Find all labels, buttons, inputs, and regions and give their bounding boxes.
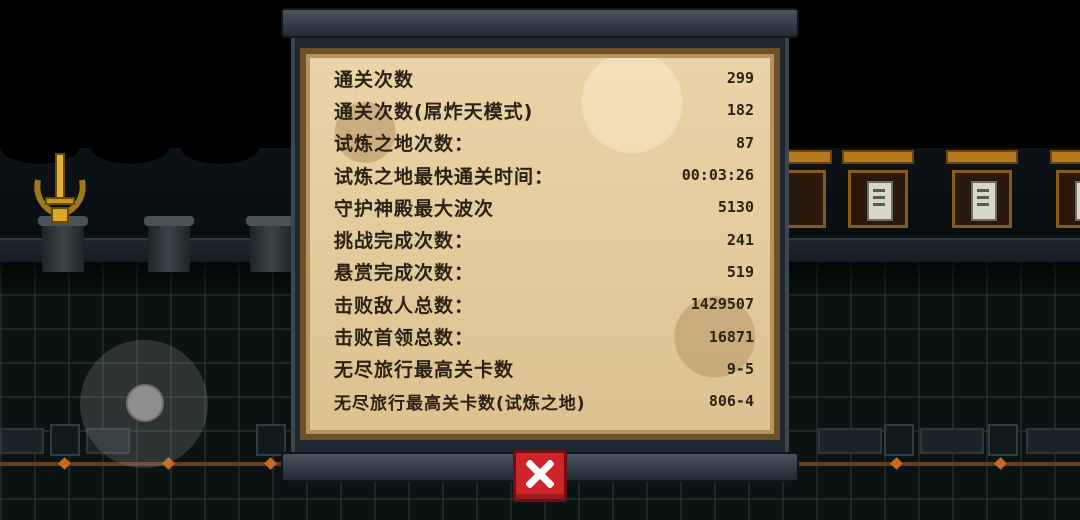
scroll-top-rod	[281, 8, 799, 38]
stat-row-bounties: 悬赏完成次数： 519	[334, 256, 754, 288]
stat-value: 1429507	[690, 295, 754, 314]
stone-pillar	[144, 216, 194, 272]
stat-label: 试炼之地次数：	[334, 133, 475, 156]
stat-label: 击败敌人总数：	[334, 294, 475, 317]
stat-label: 守护神殿最大波次	[334, 197, 495, 220]
stat-row-trial-fastest: 试炼之地最快通关时间： 00:03:26	[334, 159, 754, 191]
stat-row-clears: 通关次数 299	[334, 62, 754, 94]
stats-panel: 通关次数 299 通关次数(屌炸天模式) 182 试炼之地次数： 87 试炼之地…	[300, 48, 780, 440]
stat-label: 无尽旅行最高关卡数(试炼之地)	[334, 393, 586, 414]
floor-trim	[818, 428, 882, 454]
stat-value: 9-5	[726, 359, 754, 378]
floor-post	[884, 424, 914, 456]
stat-label: 通关次数(屌炸天模式)	[334, 100, 534, 123]
stat-value: 87	[735, 133, 754, 152]
stat-value: 00:03:26	[681, 166, 754, 185]
stat-value: 519	[726, 262, 754, 281]
stat-label: 挑战完成次数：	[334, 230, 475, 253]
stat-row-challenges: 挑战完成次数： 241	[334, 223, 754, 255]
stat-value: 241	[726, 230, 754, 249]
stat-row-trial-count: 试炼之地次数： 87	[334, 127, 754, 159]
display-shelf	[946, 150, 1018, 236]
parchment: 通关次数 299 通关次数(屌炸天模式) 182 试炼之地次数： 87 试炼之地…	[306, 54, 774, 434]
sword-trophy-icon	[28, 150, 92, 230]
stat-label: 击败首领总数：	[334, 327, 475, 350]
floor-trim	[920, 428, 984, 454]
stat-row-clears-hard: 通关次数(屌炸天模式) 182	[334, 94, 754, 126]
stat-value: 299	[726, 69, 754, 88]
display-shelf	[1050, 150, 1080, 236]
stat-row-enemies: 击败敌人总数： 1429507	[334, 288, 754, 320]
close-x-icon	[526, 460, 554, 488]
stat-row-endless-trial: 无尽旅行最高关卡数(试炼之地) 806-4	[334, 385, 754, 417]
stat-row-bosses: 击败首领总数： 16871	[334, 320, 754, 352]
stat-row-endless: 无尽旅行最高关卡数 9-5	[334, 353, 754, 385]
display-shelf	[842, 150, 914, 236]
stat-value: 16871	[708, 327, 754, 346]
stat-value: 182	[726, 101, 754, 120]
floor-post	[50, 424, 80, 456]
stat-label: 悬赏完成次数：	[334, 262, 475, 285]
floor-trim	[0, 428, 44, 454]
stat-value: 5130	[717, 198, 754, 217]
stat-label: 试炼之地最快通关时间：	[334, 165, 555, 188]
floor-post	[988, 424, 1018, 456]
floor-post	[256, 424, 286, 456]
close-button[interactable]	[513, 450, 567, 502]
stat-row-temple-waves: 守护神殿最大波次 5130	[334, 191, 754, 223]
stat-label: 通关次数	[334, 68, 415, 91]
stat-label: 无尽旅行最高关卡数	[334, 359, 515, 382]
floor-trim	[1026, 428, 1080, 454]
joystick-knob[interactable]	[126, 384, 164, 422]
stat-value: 806-4	[708, 392, 754, 411]
stone-pillar	[246, 216, 296, 272]
